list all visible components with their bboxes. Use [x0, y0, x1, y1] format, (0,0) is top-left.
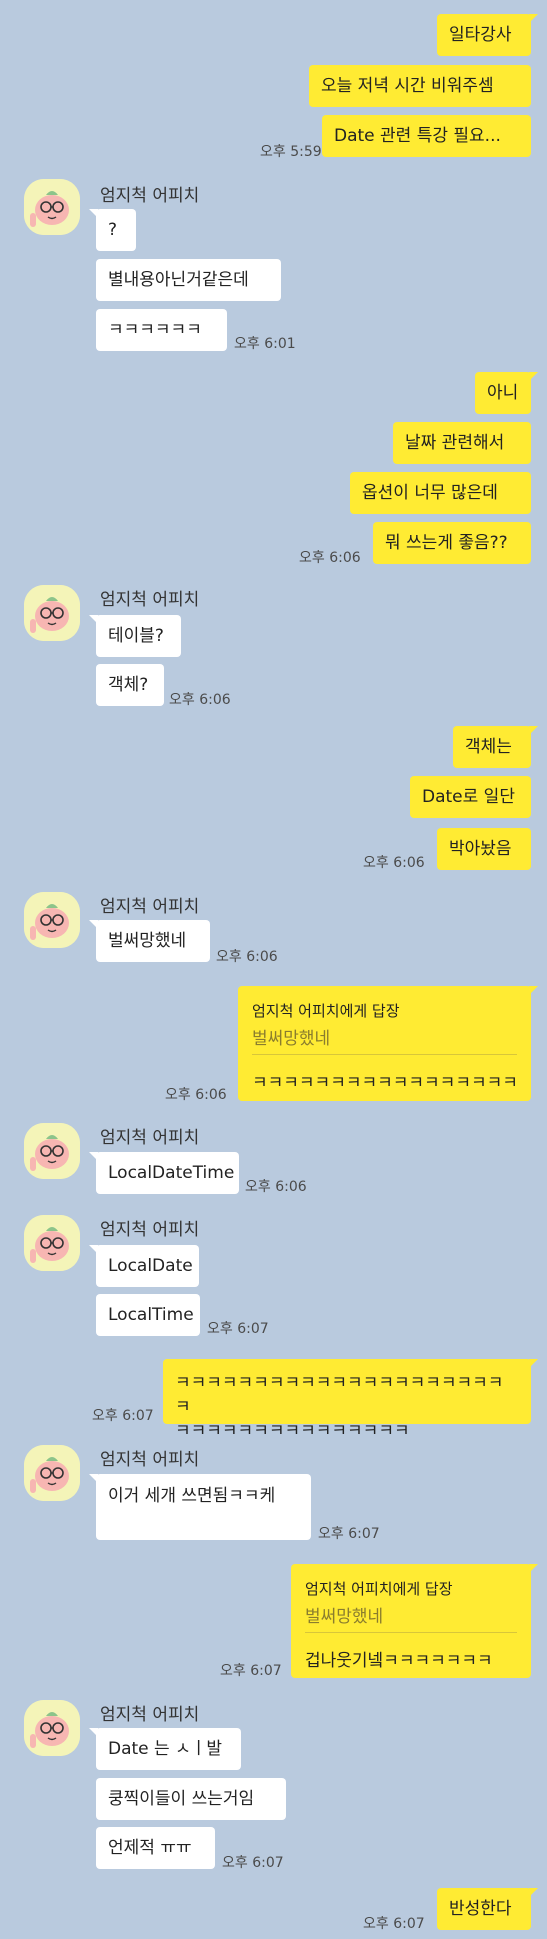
sender-name: 엄지척 어피치 — [100, 897, 200, 917]
message-time: 오후 6:07 — [363, 1916, 425, 1932]
message-time: 오후 6:06 — [363, 855, 425, 871]
message-line: ㅋㅋㅋㅋㅋㅋㅋㅋㅋㅋㅋㅋㅋㅋㅋ — [175, 1421, 410, 1441]
sender-name: 엄지척 어피치 — [100, 590, 200, 610]
apeach-avatar-icon[interactable] — [24, 892, 80, 948]
other-message[interactable]: ㅋㅋㅋㅋㅋㅋ — [96, 309, 227, 351]
sender-name: 엄지척 어피치 — [100, 186, 200, 206]
other-message[interactable]: LocalDateTime — [89, 1152, 239, 1194]
message-time: 오후 6:07 — [318, 1526, 380, 1542]
other-message[interactable]: LocalDate — [89, 1245, 199, 1287]
apeach-avatar-icon[interactable] — [24, 179, 80, 235]
my-reply-message[interactable]: 엄지척 어피치에게 답장 벌써망했네 ㅋㅋㅋㅋㅋㅋㅋㅋㅋㅋㅋㅋㅋㅋㅋㅋㅋ — [238, 986, 538, 1101]
message-time: 오후 6:06 — [299, 550, 361, 566]
reply-quoted-text[interactable]: 벌써망했네 — [252, 1024, 330, 1049]
my-reply-message[interactable]: 엄지척 어피치에게 답장 벌써망했네 겁나웃기넼ㅋㅋㅋㅋㅋㅋㅋ — [291, 1564, 538, 1678]
other-message[interactable]: LocalTime — [96, 1294, 200, 1336]
reply-message-text: 겁나웃기넼ㅋㅋㅋㅋㅋㅋㅋ — [305, 1651, 493, 1671]
message-time: 오후 6:07 — [92, 1408, 154, 1424]
message-time: 오후 6:07 — [207, 1321, 269, 1337]
my-message[interactable]: 박아놨음 — [437, 828, 531, 870]
reply-quoted-text[interactable]: 벌써망했네 — [305, 1602, 383, 1627]
message-time: 오후 6:06 — [169, 692, 231, 708]
message-time: 오후 6:01 — [234, 336, 296, 352]
other-message[interactable]: 벌써망했네 — [89, 920, 210, 962]
other-message[interactable]: 객체? — [96, 664, 164, 706]
other-message[interactable]: Date 는 ㅅㅣ발 — [89, 1728, 241, 1770]
message-time: 오후 6:06 — [165, 1087, 227, 1103]
other-message[interactable]: ? — [89, 209, 136, 251]
sender-name: 엄지척 어피치 — [100, 1705, 200, 1725]
reply-divider — [305, 1632, 517, 1633]
my-message[interactable]: 오늘 저녁 시간 비워주셈 — [309, 65, 531, 107]
message-time: 오후 5:59 — [260, 144, 322, 160]
other-message[interactable]: 언제적 ㅠㅠ — [96, 1827, 215, 1869]
chat-room: 일타강사 오늘 저녁 시간 비워주셈 Date 관련 특강 필요... 오후 5… — [0, 0, 547, 1939]
sender-name: 엄지척 어피치 — [100, 1128, 200, 1148]
message-time: 오후 6:06 — [245, 1179, 307, 1195]
reply-target-label: 엄지척 어피치에게 답장 — [252, 1002, 400, 1020]
sender-name: 엄지척 어피치 — [100, 1450, 200, 1470]
apeach-avatar-icon[interactable] — [24, 1445, 80, 1501]
my-message[interactable]: ㅋㅋㅋㅋㅋㅋㅋㅋㅋㅋㅋㅋㅋㅋㅋㅋㅋㅋㅋㅋㅋㅋ ㅋㅋㅋㅋㅋㅋㅋㅋㅋㅋㅋㅋㅋㅋㅋ — [163, 1359, 538, 1441]
apeach-avatar-icon[interactable] — [24, 1215, 80, 1271]
my-message[interactable]: Date 관련 특강 필요... — [322, 115, 531, 157]
my-message[interactable]: 객체는 — [453, 726, 538, 768]
other-message[interactable]: 이거 세개 쓰면됨ㅋㅋ케 — [89, 1474, 311, 1540]
reply-message-text: ㅋㅋㅋㅋㅋㅋㅋㅋㅋㅋㅋㅋㅋㅋㅋㅋㅋ — [252, 1073, 518, 1093]
message-time: 오후 6:06 — [216, 949, 278, 965]
apeach-avatar-icon[interactable] — [24, 585, 80, 641]
my-message[interactable]: 옵션이 너무 많은데 — [350, 472, 531, 514]
reply-divider — [252, 1054, 517, 1055]
my-message[interactable]: 날짜 관련해서 — [393, 422, 531, 464]
sender-name: 엄지척 어피치 — [100, 1220, 200, 1240]
my-message[interactable]: 일타강사 — [437, 14, 538, 56]
my-message[interactable]: 뭐 쓰는게 좋음?? — [373, 522, 531, 564]
other-message[interactable]: 별내용아닌거같은데 — [96, 259, 281, 301]
message-line: ㅋㅋㅋㅋㅋㅋㅋㅋㅋㅋㅋㅋㅋㅋㅋㅋㅋㅋㅋㅋㅋㅋ — [175, 1373, 504, 1417]
apeach-avatar-icon[interactable] — [24, 1700, 80, 1756]
reply-target-label: 엄지척 어피치에게 답장 — [305, 1580, 453, 1598]
apeach-avatar-icon[interactable] — [24, 1123, 80, 1179]
my-message[interactable]: Date로 일단 — [410, 776, 531, 818]
other-message[interactable]: 쿵찍이들이 쓰는거임 — [96, 1778, 286, 1820]
other-message[interactable]: 테이블? — [89, 615, 181, 657]
message-time: 오후 6:07 — [222, 1855, 284, 1871]
my-message[interactable]: 반성한다 — [437, 1888, 538, 1930]
message-time: 오후 6:07 — [220, 1663, 282, 1679]
my-message[interactable]: 아니 — [475, 372, 538, 414]
